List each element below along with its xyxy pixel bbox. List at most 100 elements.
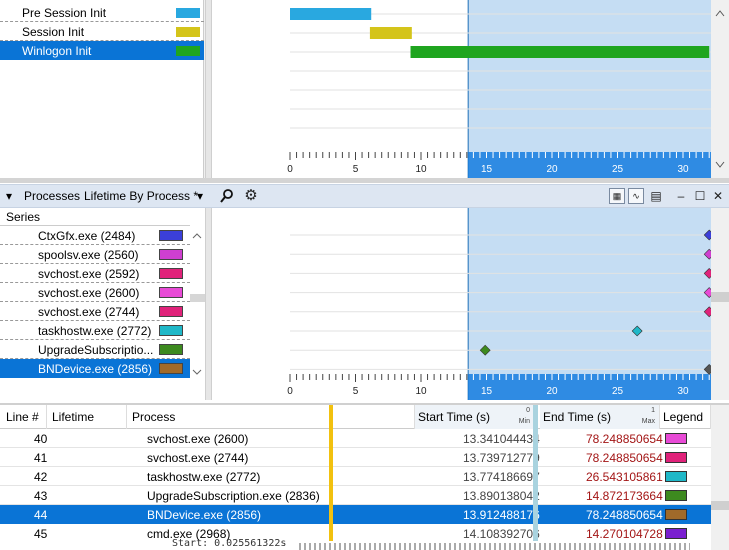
series-header: Series: [0, 208, 190, 226]
axis-tick-label: 20: [546, 386, 558, 397]
series-vertical-scrollbar[interactable]: [190, 226, 205, 400]
column-end-time[interactable]: End Time (s) 1 Max: [540, 405, 660, 429]
column-end-time-label: End Time (s): [543, 410, 612, 424]
table-row[interactable]: 44 BNDevice.exe (2856) 13.912488176 78.2488…: [0, 505, 711, 524]
close-icon[interactable]: ✕: [710, 188, 726, 204]
series-row[interactable]: spoolsv.exe (2560): [0, 245, 190, 264]
phase-row[interactable]: Pre Session Init: [0, 3, 204, 22]
phase-row[interactable]: Session Init: [0, 22, 204, 41]
selected-time-region: [468, 208, 711, 400]
series-color-swatch[interactable]: [159, 363, 183, 374]
series-row[interactable]: CtxGfx.exe (2484): [0, 226, 190, 245]
series-color-swatch[interactable]: [159, 325, 183, 336]
axis-selection-band: [468, 374, 711, 400]
phases-timeline-svg[interactable]: 0 5 10 15 20 25 30: [212, 0, 711, 178]
row-line-number: 41: [34, 451, 48, 465]
axis-tick-label: 10: [415, 164, 427, 175]
dropdown-arrow-icon[interactable]: ▾: [197, 189, 203, 203]
table-only-view-icon[interactable]: ▤: [648, 188, 664, 204]
phase-label: Session Init: [22, 25, 85, 39]
table-header: Line # Lifetime Process Start Time (s) 0…: [0, 405, 711, 429]
table-row[interactable]: 40 svchost.exe (2600) 13.341044434 78.24885…: [0, 429, 711, 448]
table-vertical-scrollbar[interactable]: [711, 405, 729, 550]
row-start-time: 13.739712779: [463, 451, 540, 465]
column-line-number[interactable]: Line #: [0, 405, 47, 429]
view-preset-dropdown[interactable]: Lifetime By Process *: [84, 189, 198, 203]
column-process[interactable]: Process: [127, 405, 415, 429]
phases-timeline-chart[interactable]: 0 5 10 15 20 25 30: [212, 0, 711, 178]
series-row[interactable]: svchost.exe (2744): [0, 302, 190, 321]
graph-only-view-icon[interactable]: ∿: [628, 188, 644, 204]
start-min-value: 0: [526, 407, 530, 414]
end-max-label: Max: [641, 418, 655, 425]
process-lifetime-chart[interactable]: 0 5 10 15 20 25 30: [212, 208, 715, 400]
settings-gear-icon[interactable]: ⚙: [243, 188, 259, 204]
column-group-separator[interactable]: [329, 405, 333, 550]
series-row[interactable]: svchost.exe (2592): [0, 264, 190, 283]
column-aggregate-separator[interactable]: [533, 405, 538, 550]
row-legend-swatch[interactable]: [665, 452, 687, 463]
phase-color-swatch[interactable]: [176, 46, 200, 56]
axis-tick-label: 10: [415, 386, 427, 397]
row-legend-swatch[interactable]: [665, 433, 687, 444]
table-graph-view-icon[interactable]: ▦: [609, 188, 625, 204]
row-end-time: 14.270104728: [586, 527, 663, 541]
row-process-name: UpgradeSubscription.exe (2836): [147, 489, 320, 503]
series-color-swatch[interactable]: [159, 344, 183, 355]
column-legend[interactable]: Legend: [660, 405, 711, 429]
phase-label: Pre Session Init: [22, 6, 107, 20]
minimize-icon[interactable]: –: [673, 188, 689, 204]
row-process-name: BNDevice.exe (2856): [147, 508, 262, 522]
axis-tick-label: 30: [677, 164, 689, 175]
row-legend-swatch[interactable]: [665, 471, 687, 482]
series-color-swatch[interactable]: [159, 287, 183, 298]
column-lifetime[interactable]: Lifetime: [47, 405, 127, 429]
phase-color-swatch[interactable]: [176, 27, 200, 37]
phase-label: Winlogon Init: [22, 44, 92, 58]
row-line-number: 44: [34, 508, 48, 522]
row-process-name: taskhostw.exe (2772): [147, 470, 261, 484]
series-row[interactable]: svchost.exe (2600): [0, 283, 190, 302]
phase-color-swatch[interactable]: [176, 8, 200, 18]
phase-bar: [369, 27, 412, 39]
axis-tick-label: 30: [677, 386, 689, 397]
processes-graph-toolbar: ▾ Processes Lifetime By Process * ▾ ⚙ ▦ …: [0, 184, 729, 208]
process-lifetime-svg[interactable]: 0 5 10 15 20 25 30: [212, 208, 715, 400]
table-row[interactable]: 43 UpgradeSubscription.exe (2836) 13.89013…: [0, 486, 711, 505]
pane-divider[interactable]: [0, 178, 729, 183]
search-icon[interactable]: [219, 188, 235, 204]
start-min-label: Min: [518, 418, 530, 425]
series-row[interactable]: BNDevice.exe (2856): [0, 359, 190, 378]
row-legend-swatch[interactable]: [665, 490, 687, 501]
series-label: UpgradeSubscriptio...: [38, 343, 154, 357]
table-row[interactable]: 42 taskhostw.exe (2772) 13.774186697 26.543…: [0, 467, 711, 486]
top-vertical-scrollbar[interactable]: [711, 0, 729, 178]
row-start-time: 13.890138042: [463, 489, 540, 503]
boot-phases-pane: Pre Session Init Session Init Winlogon Ini…: [0, 0, 729, 183]
collapse-chevron-icon[interactable]: ▾: [6, 189, 12, 203]
column-legend-label: Legend: [663, 410, 704, 424]
maximize-icon[interactable]: ☐: [692, 188, 708, 204]
footer-start-time: Start: 0.025561322s: [172, 538, 287, 549]
series-color-swatch[interactable]: [159, 230, 183, 241]
mid-vertical-scrollbar[interactable]: [711, 208, 729, 400]
row-line-number: 40: [34, 432, 48, 446]
series-row[interactable]: UpgradeSubscriptio...: [0, 340, 190, 359]
series-label: BNDevice.exe (2856): [38, 362, 153, 376]
series-color-swatch[interactable]: [159, 249, 183, 260]
row-legend-swatch[interactable]: [665, 509, 687, 520]
series-row[interactable]: taskhostw.exe (2772): [0, 321, 190, 340]
table-row[interactable]: 41 svchost.exe (2744) 13.739712779 78.24885…: [0, 448, 711, 467]
series-label: svchost.exe (2600): [38, 286, 140, 300]
series-color-swatch[interactable]: [159, 268, 183, 279]
row-line-number: 45: [34, 527, 48, 541]
row-end-time: 26.543105861: [586, 470, 663, 484]
series-color-swatch[interactable]: [159, 306, 183, 317]
row-line-number: 43: [34, 489, 48, 503]
axis-tick-label: 5: [353, 386, 359, 397]
row-legend-swatch[interactable]: [665, 528, 687, 539]
pane-splitter[interactable]: [205, 0, 212, 178]
column-start-time[interactable]: Start Time (s) 0 Min: [415, 405, 535, 429]
phase-row[interactable]: Winlogon Init: [0, 41, 204, 60]
pane-splitter[interactable]: [205, 208, 212, 400]
